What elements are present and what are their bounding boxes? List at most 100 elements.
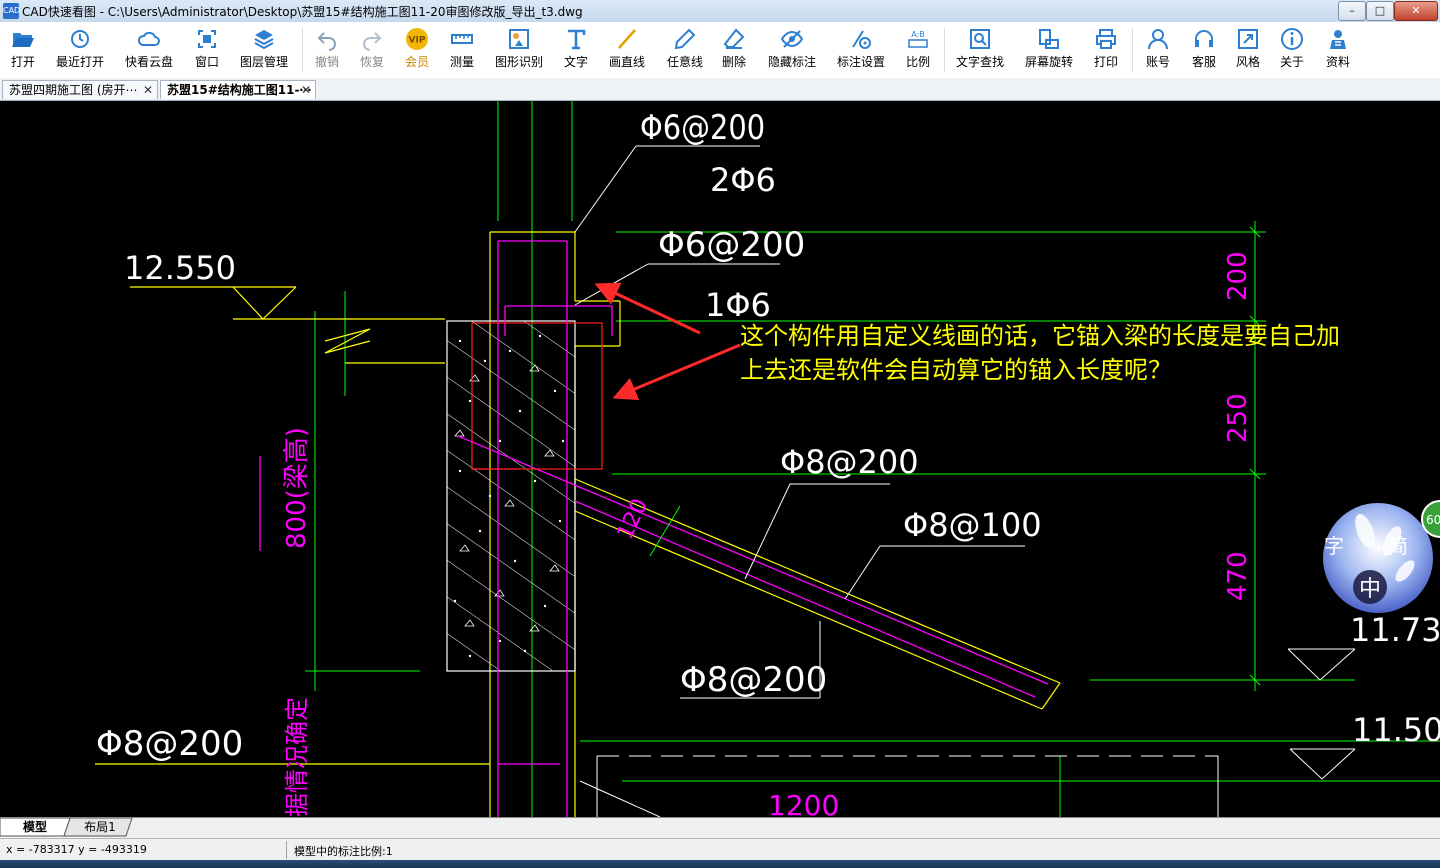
cloud-icon (137, 31, 160, 46)
window-button[interactable]: 窗口 (190, 24, 224, 76)
draw-line-label: 画直线 (608, 55, 645, 69)
layout1-tab[interactable]: 布局1 (72, 818, 128, 836)
print-button[interactable]: 打印 (1088, 24, 1124, 76)
document-tab-bar: 苏盟四期施工图 (房开⋯ ✕ 苏盟15#结构施工图11-⋯ ✕ (0, 78, 1440, 101)
text-label: 文字 (563, 55, 588, 69)
printer-icon (1096, 29, 1116, 49)
layer-manager-button[interactable]: 图层管理 (236, 24, 292, 76)
style-label: 风格 (1235, 55, 1260, 69)
open-label: 打开 (10, 55, 35, 69)
customer-service-button[interactable]: 客服 (1186, 24, 1222, 76)
drawing-canvas[interactable]: Φ6@200 2Φ6 Φ6@200 1Φ6 12.550 Φ8@200 Φ8@1… (0, 101, 1440, 817)
text-button[interactable]: 文字 (558, 24, 594, 76)
vip-member-button[interactable]: VIP 会员 (398, 24, 436, 76)
hide-annotations-label: 隐藏标注 (767, 55, 816, 69)
user-icon (1148, 29, 1168, 50)
annotation-gear-icon (852, 30, 871, 49)
undo-label: 撤销 (314, 55, 339, 69)
document-tab-1[interactable]: 苏盟四期施工图 (房开⋯ ✕ (2, 80, 158, 99)
tab-close-icon[interactable]: ✕ (143, 81, 153, 99)
layout-tab-bar: 模型 布局1 (0, 817, 1440, 838)
straight-line-icon (618, 29, 636, 49)
measure-button[interactable]: 测量 (444, 24, 480, 76)
taskbar-strip (0, 860, 1440, 868)
status-bar: x = -783317 y = -493319 模型中的标注比例:1 (0, 838, 1440, 861)
redo-label: 恢复 (359, 55, 384, 69)
shape-recognition-icon (509, 29, 529, 49)
folder-open-icon (12, 33, 34, 47)
vip-badge-icon: VIP (406, 28, 428, 50)
label-mid-stirrup: Φ6@200 (658, 225, 805, 265)
about-button[interactable]: 关于 (1274, 24, 1310, 76)
account-label: 账号 (1145, 55, 1170, 69)
draw-line-button[interactable]: 画直线 (604, 24, 650, 76)
style-button[interactable]: 风格 (1230, 24, 1266, 76)
label-top-stirrup: Φ6@200 (640, 109, 765, 148)
eraser-icon (723, 28, 745, 49)
toolbar-divider (1132, 28, 1133, 72)
drawing-annotations: Φ6@200 2Φ6 Φ6@200 1Φ6 12.550 Φ8@200 Φ8@1… (96, 109, 1440, 817)
close-button[interactable]: ✕ (1394, 1, 1438, 21)
annotation-settings-label: 标注设置 (836, 55, 885, 69)
undo-button[interactable]: 撤销 (308, 24, 346, 76)
recent-open-button[interactable]: 最近打开 (52, 24, 108, 76)
screen-rotate-label: 屏幕旋转 (1024, 55, 1073, 69)
redo-arrow-icon (363, 32, 382, 51)
label-dim-200: 200 (1223, 251, 1253, 301)
minimize-button[interactable]: – (1338, 1, 1366, 21)
label-dim-1200: 1200 (768, 789, 839, 817)
label-top-bar: 2Φ6 (710, 161, 776, 199)
title-bar: CAD CAD快速看图 - C:\Users\Administrator\Des… (0, 0, 1440, 23)
window-title: CAD快速看图 - C:\Users\Administrator\Desktop… (22, 5, 583, 19)
svg-text:A:B: A:B (911, 30, 925, 39)
question-text-line-1: 这个构件用自定义线画的话，它锚入梁的长度是要自己加 (740, 322, 1340, 350)
annotation-scale-readout: 模型中的标注比例:1 (294, 845, 393, 858)
model-tab[interactable]: 模型 (10, 818, 60, 836)
document-tab-label: 苏盟四期施工图 (房开⋯ (9, 83, 138, 97)
freehand-line-button[interactable]: 任意线 (662, 24, 708, 76)
label-slab-dist: Φ8@200 (780, 443, 919, 481)
ratio-ab-icon: A:B (908, 30, 928, 48)
erase-button[interactable]: 删除 (716, 24, 752, 76)
label-dim-120: 120 (613, 495, 653, 544)
text-search-button[interactable]: 文字查找 (952, 24, 1008, 76)
app-logo-icon: CAD (3, 3, 20, 19)
label-slab-bottom: Φ8@200 (680, 660, 827, 700)
document-tab-2[interactable]: 苏盟15#结构施工图11-⋯ ✕ (160, 80, 316, 99)
recent-open-label: 最近打开 (55, 55, 104, 69)
avatar-char-2: 简 (1388, 534, 1408, 558)
about-label: 关于 (1279, 55, 1304, 69)
ratio-button[interactable]: A:B 比例 (900, 24, 936, 76)
ratio-label: 比例 (905, 55, 930, 69)
floating-avatar-widget[interactable]: 字 简 中 60 (1323, 500, 1440, 613)
document-tab-label: 苏盟15#结构施工图11-⋯ (167, 83, 312, 97)
annotation-settings-button[interactable]: 标注设置 (834, 24, 888, 76)
account-button[interactable]: 账号 (1140, 24, 1176, 76)
hide-annotations-button[interactable]: 隐藏标注 (764, 24, 820, 76)
shape-recognition-button[interactable]: 图形识别 (490, 24, 548, 76)
headset-icon (1195, 30, 1213, 47)
screen-rotate-icon (1039, 29, 1059, 49)
window-label: 窗口 (194, 55, 219, 69)
freehand-line-label: 任意线 (666, 55, 703, 69)
tab-close-icon[interactable]: ✕ (301, 81, 311, 99)
status-divider (286, 841, 287, 859)
redo-button[interactable]: 恢复 (354, 24, 390, 76)
svg-text:VIP: VIP (409, 36, 426, 46)
open-button[interactable]: 打开 (2, 24, 44, 76)
resources-button[interactable]: 资料 (1320, 24, 1356, 76)
toolbar-divider (302, 28, 303, 72)
eye-hidden-icon (780, 30, 804, 48)
cloud-disk-button[interactable]: 快看云盘 (120, 24, 178, 76)
erase-label: 删除 (721, 55, 746, 69)
maximize-button[interactable]: □ (1366, 1, 1394, 21)
screen-rotate-button[interactable]: 屏幕旋转 (1020, 24, 1078, 76)
ruler-icon (451, 34, 473, 44)
text-t-icon (568, 29, 586, 50)
text-search-icon (970, 29, 990, 49)
main-toolbar: 打开 最近打开 快看云盘 窗口 图层管理 撤销 恢复 VIP 会员 测量 图形识… (0, 22, 1440, 79)
layer-manager-label: 图层管理 (239, 55, 288, 69)
window-frame-icon (198, 30, 216, 48)
print-label: 打印 (1093, 55, 1118, 69)
concrete-section-hatch (446, 320, 576, 672)
